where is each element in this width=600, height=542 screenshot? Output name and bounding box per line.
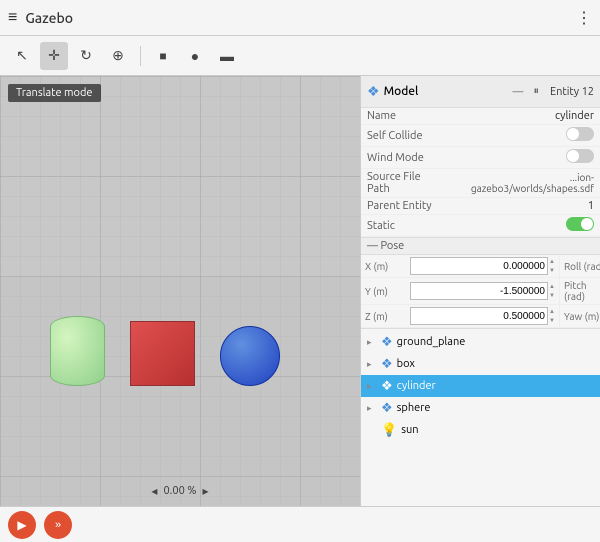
translate-tool[interactable]: ✛ bbox=[40, 42, 68, 70]
model-icon-cylinder: ❖ bbox=[381, 379, 393, 394]
model-icon: ❖ bbox=[367, 83, 380, 100]
expand-cylinder-icon: ▸ bbox=[367, 381, 377, 392]
tree-label-sun: sun bbox=[401, 424, 418, 436]
sphere-tool[interactable]: ● bbox=[181, 42, 209, 70]
pose-z-input[interactable] bbox=[410, 307, 548, 325]
model-icon-sphere: ❖ bbox=[381, 401, 393, 416]
pose-z-spinner[interactable]: ▲▼ bbox=[549, 307, 555, 325]
self-collide-value bbox=[451, 125, 600, 147]
pose-x-label: X (m) bbox=[365, 261, 410, 272]
pose-z-cell: Z (m) ▲▼ bbox=[361, 305, 560, 328]
light-icon-sun: 💡 bbox=[381, 423, 397, 438]
tree-item-ground-plane[interactable]: ▸ ❖ ground_plane bbox=[361, 331, 600, 353]
minimize-btn[interactable]: — bbox=[510, 85, 527, 99]
red-box-object bbox=[130, 321, 195, 386]
entity-tree: ▸ ❖ ground_plane ▸ ❖ box ▸ ❖ cylinder ▸ … bbox=[361, 329, 600, 506]
prop-wind-mode-row: Wind Mode bbox=[361, 147, 600, 169]
prop-parent-entity-row: Parent Entity 1 bbox=[361, 198, 600, 215]
expand-box-icon: ▸ bbox=[367, 359, 377, 370]
tree-label-sphere: sphere bbox=[397, 402, 431, 414]
pose-y-input[interactable] bbox=[410, 282, 548, 300]
static-value bbox=[451, 215, 600, 237]
expand-sphere-icon: ▸ bbox=[367, 403, 377, 414]
tree-label-cylinder: cylinder bbox=[397, 380, 436, 392]
source-file-value: ...ion-gazebo3/worlds/shapes.sdf bbox=[451, 169, 600, 198]
prop-name-row: Name cylinder bbox=[361, 108, 600, 125]
pose-roll-cell: Roll (rad) ▲▼ bbox=[560, 255, 600, 278]
toolbar: ↖ ✛ ↻ ⊕ ■ ● ▬ bbox=[0, 36, 600, 76]
zoom-value: 0.00 % bbox=[163, 485, 196, 497]
zoom-left-arrow[interactable]: ◂ bbox=[151, 484, 157, 498]
menu-icon[interactable]: ≡ bbox=[8, 8, 17, 27]
toolbar-separator bbox=[140, 46, 141, 66]
zoom-bar: ◂ 0.00 % ▸ bbox=[151, 484, 208, 498]
name-label: Name bbox=[361, 108, 451, 125]
pose-header: — Pose bbox=[361, 237, 600, 255]
expand-ground-plane-icon: ▸ bbox=[367, 337, 377, 348]
green-cylinder-object bbox=[50, 316, 105, 386]
prop-source-file-row: Source File Path ...ion-gazebo3/worlds/s… bbox=[361, 169, 600, 198]
pose-x-input[interactable] bbox=[410, 257, 548, 275]
model-title: Model bbox=[384, 85, 506, 98]
pose-yaw-label: Yaw (m) bbox=[564, 311, 600, 322]
cylinder-tool[interactable]: ▬ bbox=[213, 42, 241, 70]
right-panel: ❖ Model — ⏸ Entity 12 Name cylinder Self… bbox=[360, 76, 600, 506]
source-file-label: Source File Path bbox=[361, 169, 451, 198]
fast-forward-button[interactable]: » bbox=[44, 511, 72, 539]
tree-label-ground-plane: ground_plane bbox=[397, 336, 466, 348]
more-icon[interactable]: ⋮ bbox=[576, 8, 592, 27]
static-label: Static bbox=[361, 215, 451, 237]
pose-y-spinner[interactable]: ▲▼ bbox=[549, 282, 555, 300]
parent-entity-value: 1 bbox=[451, 198, 600, 215]
rotate-tool[interactable]: ↻ bbox=[72, 42, 100, 70]
viewport[interactable]: Translate mode ◂ 0.00 % ▸ bbox=[0, 76, 360, 506]
zoom-right-arrow[interactable]: ▸ bbox=[203, 484, 209, 498]
app-title: Gazebo bbox=[25, 10, 568, 26]
pose-roll-label: Roll (rad) bbox=[564, 261, 600, 272]
wind-mode-toggle[interactable] bbox=[566, 149, 594, 163]
parent-entity-label: Parent Entity bbox=[361, 198, 451, 215]
self-collide-label: Self Collide bbox=[361, 125, 451, 147]
pose-pitch-label: Pitch (rad) bbox=[564, 280, 600, 302]
bottom-bar: ▶ » bbox=[0, 506, 600, 542]
prop-static-row: Static bbox=[361, 215, 600, 237]
blue-sphere-object bbox=[220, 326, 280, 386]
wind-mode-label: Wind Mode bbox=[361, 147, 451, 169]
tree-item-box[interactable]: ▸ ❖ box bbox=[361, 353, 600, 375]
model-icon-ground-plane: ❖ bbox=[381, 335, 393, 350]
tree-item-sphere[interactable]: ▸ ❖ sphere bbox=[361, 397, 600, 419]
tree-item-sun[interactable]: 💡 sun bbox=[361, 419, 600, 441]
tree-label-box: box bbox=[397, 358, 415, 370]
play-button[interactable]: ▶ bbox=[8, 511, 36, 539]
model-header: ❖ Model — ⏸ Entity 12 bbox=[361, 76, 600, 108]
scale-tool[interactable]: ⊕ bbox=[104, 42, 132, 70]
pose-pitch-cell: Pitch (rad) ▲▼ bbox=[560, 278, 600, 305]
pose-y-cell: Y (m) ▲▼ bbox=[361, 278, 560, 305]
static-toggle[interactable] bbox=[566, 217, 594, 231]
pose-z-label: Z (m) bbox=[365, 311, 410, 322]
name-value: cylinder bbox=[451, 108, 600, 125]
pose-grid: X (m) ▲▼ Roll (rad) ▲▼ Y (m) ▲▼ Pitch (r… bbox=[361, 255, 600, 329]
pose-x-spinner[interactable]: ▲▼ bbox=[549, 257, 555, 275]
entity-label: Entity 12 bbox=[550, 86, 594, 98]
main-area: Translate mode ◂ 0.00 % ▸ ❖ Model — ⏸ En… bbox=[0, 76, 600, 506]
box-tool[interactable]: ■ bbox=[149, 42, 177, 70]
pose-yaw-cell: Yaw (m) ▲▼ bbox=[560, 305, 600, 328]
prop-self-collide-row: Self Collide bbox=[361, 125, 600, 147]
tree-item-cylinder[interactable]: ▸ ❖ cylinder bbox=[361, 375, 600, 397]
grid bbox=[0, 76, 360, 506]
self-collide-toggle[interactable] bbox=[566, 127, 594, 141]
properties-table: Name cylinder Self Collide Wind Mode Sou… bbox=[361, 108, 600, 237]
model-controls: — ⏸ Entity 12 bbox=[510, 84, 594, 99]
pose-x-cell: X (m) ▲▼ bbox=[361, 255, 560, 278]
pause-btn[interactable]: ⏸ bbox=[530, 84, 542, 99]
wind-mode-value bbox=[451, 147, 600, 169]
pose-y-label: Y (m) bbox=[365, 286, 410, 297]
select-tool[interactable]: ↖ bbox=[8, 42, 36, 70]
model-icon-box: ❖ bbox=[381, 357, 393, 372]
top-bar: ≡ Gazebo ⋮ bbox=[0, 0, 600, 36]
translate-mode-badge: Translate mode bbox=[8, 84, 101, 102]
